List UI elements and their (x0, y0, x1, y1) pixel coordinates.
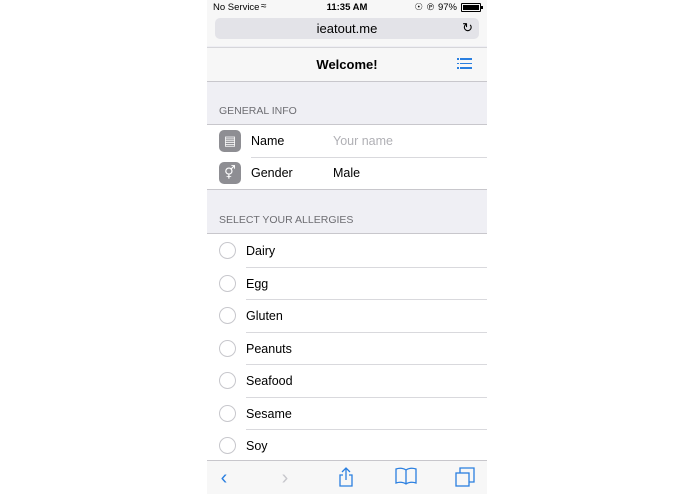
tabs-icon[interactable] (454, 467, 476, 489)
radio-button[interactable] (219, 404, 236, 422)
battery-icon (461, 3, 483, 12)
name-label: Name (251, 134, 285, 148)
radio-button[interactable] (219, 242, 236, 259)
address-bar[interactable]: ieatout.me (215, 18, 479, 39)
gender-icon: ⚥ (219, 162, 241, 184)
forward-icon[interactable]: › (274, 467, 296, 489)
allergy-label: Sesame (246, 406, 292, 421)
name-row[interactable]: ▤ Name Your name (207, 125, 487, 157)
allergy-item-soy[interactable]: Soy (207, 429, 487, 462)
allergies-header: SELECT YOUR ALLERGIES (219, 214, 354, 226)
gender-value[interactable]: Male (333, 166, 360, 180)
allergy-item-sesame[interactable]: Sesame (207, 396, 487, 430)
gender-row[interactable]: ⚥ Gender Male (207, 157, 487, 189)
name-input[interactable]: Your name (333, 134, 393, 148)
radio-button[interactable] (219, 339, 236, 357)
address-bar-container: ieatout.me ↻ (207, 15, 487, 46)
browser-toolbar: ‹ › (207, 460, 487, 494)
general-info-group: ▤ Name Your name ⚥ Gender Male (207, 124, 487, 190)
nav-bar: Welcome! (207, 47, 487, 82)
radio-button[interactable] (219, 372, 236, 389)
rotation-lock-icon: ☉ (414, 2, 423, 13)
allergy-item-dairy[interactable]: Dairy (207, 234, 487, 267)
status-right: ☉ ℗ 97% (414, 2, 483, 13)
battery-fill (463, 5, 479, 10)
share-icon[interactable] (335, 467, 357, 489)
bookmarks-icon[interactable] (395, 467, 417, 489)
status-bar: No Service ≈ 11:35 AM ☉ ℗ 97% (207, 0, 487, 15)
gender-label: Gender (251, 166, 293, 180)
battery-percent: 97% (437, 2, 457, 13)
back-icon[interactable]: ‹ (213, 467, 235, 489)
allergy-item-egg[interactable]: Egg (207, 266, 487, 300)
allergy-label: Seafood (246, 374, 293, 388)
allergy-label: Soy (246, 439, 268, 453)
radio-button[interactable] (219, 307, 236, 324)
bluetooth-icon: ℗ (426, 2, 434, 13)
reload-icon[interactable]: ↻ (462, 21, 473, 35)
allergies-group: Dairy Egg Gluten Peanuts Seafood Sesame … (207, 233, 487, 462)
allergy-item-seafood[interactable]: Seafood (207, 364, 487, 397)
allergy-label: Peanuts (246, 341, 292, 356)
allergy-label: Gluten (246, 309, 283, 323)
allergy-label: Egg (246, 276, 269, 291)
allergy-item-gluten[interactable]: Gluten (207, 299, 487, 332)
allergy-item-peanuts[interactable]: Peanuts (207, 331, 487, 365)
phone-screen: No Service ≈ 11:35 AM ☉ ℗ 97% ieatout.me… (207, 0, 487, 494)
page-title: Welcome! (316, 57, 378, 72)
allergy-label: Dairy (246, 244, 276, 258)
list-icon[interactable] (457, 58, 472, 70)
radio-button[interactable] (219, 437, 236, 454)
id-card-icon: ▤ (219, 130, 241, 152)
radio-button[interactable] (219, 274, 236, 292)
general-info-header: GENERAL INFO (219, 105, 297, 117)
